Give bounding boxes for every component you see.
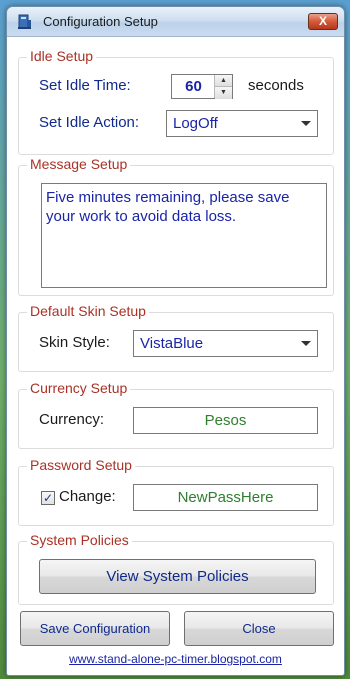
currency-setup-group: Currency Setup Currency: Pesos [18,380,334,449]
chevron-down-icon[interactable] [301,121,311,126]
window-title: Configuration Setup [43,14,158,29]
skin-setup-title: Default Skin Setup [27,303,149,319]
idle-action-select[interactable]: LogOff [166,110,318,137]
skin-style-value: VistaBlue [140,335,204,352]
idle-setup-group: Idle Setup Set Idle Time: 60 ▲ ▼ seconds… [18,48,334,155]
chevron-down-icon[interactable] [301,341,311,346]
currency-setup-title: Currency Setup [27,380,131,396]
close-window-button[interactable]: X [308,13,338,30]
skin-style-select[interactable]: VistaBlue [133,330,318,357]
idle-action-value: LogOff [173,115,218,132]
message-setup-title: Message Setup [27,156,131,172]
spinner-buttons: ▲ ▼ [214,75,232,99]
idle-setup-title: Idle Setup [27,48,97,64]
idle-time-unit: seconds [248,77,304,94]
spin-up-icon[interactable]: ▲ [215,75,232,87]
skin-style-label: Skin Style: [39,334,110,351]
password-setup-title: Password Setup [27,457,135,473]
password-field[interactable]: NewPassHere [133,484,318,511]
idle-action-label: Set Idle Action: [39,114,140,131]
change-password-checkbox[interactable]: ✓ [41,491,55,505]
currency-field[interactable]: Pesos [133,407,318,434]
system-policies-group: System Policies View System Policies [18,532,334,605]
computer-icon [18,14,31,29]
idle-time-spinner[interactable]: 60 ▲ ▼ [171,74,233,99]
spin-down-icon[interactable]: ▼ [215,87,232,99]
title-bar[interactable]: Configuration Setup X [7,7,344,37]
close-button[interactable]: Close [184,611,334,646]
view-system-policies-button[interactable]: View System Policies [39,559,316,594]
change-password-label: Change: [59,488,116,505]
skin-setup-group: Default Skin Setup Skin Style: VistaBlue [18,303,334,372]
message-textarea[interactable]: Five minutes remaining, please save your… [41,183,327,288]
message-setup-group: Message Setup Five minutes remaining, pl… [18,156,334,296]
currency-label: Currency: [39,411,105,428]
idle-time-value[interactable]: 60 [172,75,215,98]
idle-time-label: Set Idle Time: [39,77,131,94]
password-setup-group: Password Setup ✓ Change: NewPassHere [18,457,334,526]
website-link[interactable]: www.stand-alone-pc-timer.blogspot.com [7,652,344,666]
system-policies-title: System Policies [27,532,132,548]
save-configuration-button[interactable]: Save Configuration [20,611,170,646]
configuration-window: Configuration Setup X Idle Setup Set Idl… [6,6,345,676]
